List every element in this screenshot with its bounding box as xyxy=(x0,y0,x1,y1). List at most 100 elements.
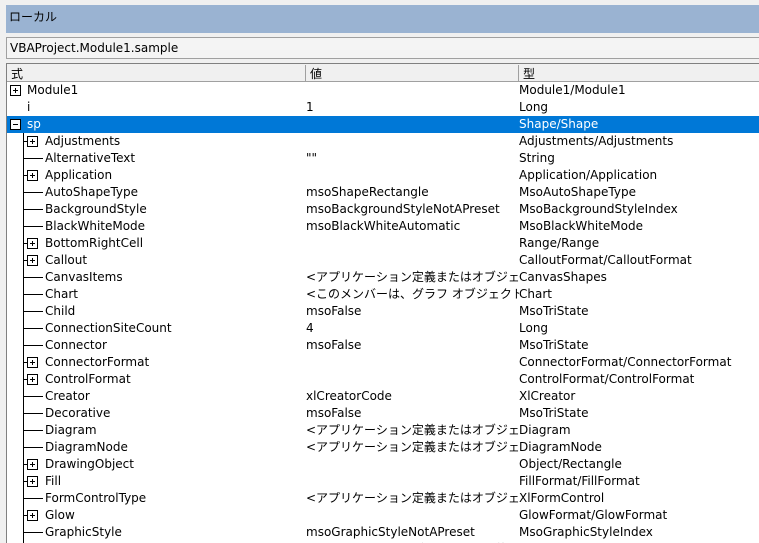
table-row[interactable]: sp Shape/Shape xyxy=(7,116,759,133)
table-row[interactable]: BottomRightCell Range/Range xyxy=(7,235,759,252)
header-expression[interactable]: 式 xyxy=(7,65,23,82)
table-row[interactable]: ControlFormat ControlFormat/ControlFormat xyxy=(7,371,759,388)
table-row[interactable]: Child msoFalse MsoTriState xyxy=(7,303,759,320)
tree-branch xyxy=(23,413,43,414)
table-row[interactable]: Module1 Module1/Module1 xyxy=(7,82,759,99)
table-row[interactable]: ConnectorFormat ConnectorFormat/Connector… xyxy=(7,354,759,371)
table-row[interactable]: Chart<このメンバーは、グラフ オブジェクトでのみ使用できます。>Chart xyxy=(7,286,759,303)
value-cell[interactable] xyxy=(306,473,519,490)
expression-cell: ConnectionSiteCount xyxy=(7,320,306,337)
value-cell[interactable]: xlCreatorCode xyxy=(306,388,519,405)
expression-cell: Module1 xyxy=(7,82,306,99)
expand-icon[interactable] xyxy=(27,374,38,385)
type-cell: MsoAutoShapeType xyxy=(519,185,636,199)
table-row[interactable]: Creator xlCreatorCode XlCreator xyxy=(7,388,759,405)
value-cell[interactable]: 4 xyxy=(306,320,519,337)
value-cell[interactable] xyxy=(306,252,519,269)
value-cell[interactable]: "" xyxy=(306,150,519,167)
value-cell[interactable]: <アプリケーション定義またはオブジェクト定義のエラーです。> xyxy=(306,439,519,456)
header-value[interactable]: 値 xyxy=(305,65,322,82)
value-cell[interactable] xyxy=(306,133,519,150)
expression-name: Fill xyxy=(45,474,62,488)
type-cell: CalloutFormat/CalloutFormat xyxy=(519,253,692,267)
table-row[interactable]: Decorative msoFalse MsoTriState xyxy=(7,405,759,422)
expand-icon[interactable] xyxy=(27,476,38,487)
value-cell[interactable]: msoShapeRectangle xyxy=(306,184,519,201)
expand-icon[interactable] xyxy=(27,136,38,147)
value-cell[interactable] xyxy=(306,167,519,184)
tree-branch xyxy=(23,430,43,431)
value-cell[interactable]: msoBlackWhiteAutomatic xyxy=(306,218,519,235)
type-cell: ConnectorFormat/ConnectorFormat xyxy=(519,355,732,369)
table-row[interactable]: DiagramNode<アプリケーション定義またはオブジェクト定義のエラーです。… xyxy=(7,439,759,456)
table-row[interactable]: FormControlType <アプリケーション定義またはオブジェクト定義のエラ… xyxy=(7,490,759,507)
tree-branch xyxy=(23,277,43,278)
type-cell: DiagramNode xyxy=(519,440,602,454)
table-row[interactable]: Fill FillFormat/FillFormat xyxy=(7,473,759,490)
value-cell[interactable] xyxy=(306,507,519,524)
expand-icon[interactable] xyxy=(27,510,38,521)
value-cell[interactable]: msoFalse xyxy=(306,405,519,422)
expression-name: DrawingObject xyxy=(45,457,134,471)
value-cell[interactable] xyxy=(306,82,519,99)
table-row[interactable]: BlackWhiteMode msoBlackWhiteAutomatic MsoB… xyxy=(7,218,759,235)
table-row[interactable]: Glow GlowFormat/GlowFormat xyxy=(7,507,759,524)
value-cell[interactable]: <このメンバーは、グラフ オブジェクトでのみ使用できます。> xyxy=(306,286,519,303)
table-row[interactable]: Application Application/Application xyxy=(7,167,759,184)
table-row[interactable]: Callout CalloutFormat/CalloutFormat xyxy=(7,252,759,269)
table-row[interactable]: CanvasItems <アプリケーション定義またはオブジェクト定義のエラーです。… xyxy=(7,269,759,286)
value-cell[interactable]: msoFalse xyxy=(306,303,519,320)
table-row[interactable]: AutoShapeType msoShapeRectangle MsoAutoSha… xyxy=(7,184,759,201)
collapse-icon[interactable] xyxy=(10,119,21,130)
expand-icon[interactable] xyxy=(27,238,38,249)
expression-cell: ControlFormat xyxy=(7,371,306,388)
expression-cell: Decorative xyxy=(7,405,306,422)
header-type[interactable]: 型 xyxy=(518,65,535,82)
type-cell: MsoTriState xyxy=(519,338,589,352)
value-cell[interactable] xyxy=(306,116,519,133)
expand-icon[interactable] xyxy=(27,255,38,266)
table-row[interactable]: Adjustments Adjustments/Adjustments xyxy=(7,133,759,150)
expression-name: DiagramNode xyxy=(45,440,128,454)
table-row[interactable]: Connector msoFalse MsoTriState xyxy=(7,337,759,354)
table-row[interactable]: Diagram<アプリケーション定義またはオブジェクト定義のエラーです。>Dia… xyxy=(7,422,759,439)
table-row[interactable]: BackgroundStyle msoBackgroundStyleNotAPre… xyxy=(7,201,759,218)
table-row[interactable]: AlternativeText "" String xyxy=(7,150,759,167)
expand-icon[interactable] xyxy=(10,85,21,96)
value-cell[interactable]: <アプリケーション定義またはオブジェクト定義のエラーです。> xyxy=(306,490,519,507)
locals-window-title: ローカル xyxy=(6,5,759,33)
expand-icon[interactable] xyxy=(27,357,38,368)
expression-cell: BlackWhiteMode xyxy=(7,218,306,235)
expression-cell: sp xyxy=(7,116,306,133)
table-row[interactable]: DrawingObject Object/Rectangle xyxy=(7,456,759,473)
value-cell[interactable] xyxy=(306,371,519,388)
expression-cell: Callout xyxy=(7,252,306,269)
expression-cell: Diagram xyxy=(7,422,306,439)
expand-icon[interactable] xyxy=(27,170,38,181)
table-row[interactable]: GraphicStyle msoGraphicStyleNotAPreset Mso… xyxy=(7,524,759,541)
value-cell[interactable] xyxy=(306,235,519,252)
expression-name: BackgroundStyle xyxy=(45,202,147,216)
value-cell[interactable]: <アプリケーション定義またはオブジェクト定義のエラーです。> xyxy=(306,422,519,439)
value-cell[interactable]: msoBackgroundStyleNotAPreset xyxy=(306,201,519,218)
value-cell[interactable] xyxy=(306,354,519,371)
type-cell: Diagram xyxy=(519,423,571,437)
type-cell: String xyxy=(519,151,555,165)
value-cell[interactable]: <アプリケーション定義またはオブジェクト定義のエラーです。> xyxy=(306,269,519,286)
expression-name: ConnectionSiteCount xyxy=(45,321,172,335)
type-cell: Range/Range xyxy=(519,236,600,250)
expression-cell: ConnectorFormat xyxy=(7,354,306,371)
value-cell[interactable] xyxy=(306,456,519,473)
value-cell[interactable]: 1 xyxy=(306,99,519,116)
expand-icon[interactable] xyxy=(27,459,38,470)
tree-branch xyxy=(23,158,43,159)
expression-cell: DrawingObject xyxy=(7,456,306,473)
type-cell: Application/Application xyxy=(519,168,658,182)
table-row[interactable]: ConnectionSiteCount 4 Long xyxy=(7,320,759,337)
table-row[interactable]: i 1 Long xyxy=(7,99,759,116)
value-cell[interactable]: msoFalse xyxy=(306,337,519,354)
expression-cell: Fill xyxy=(7,473,306,490)
value-cell[interactable]: msoGraphicStyleNotAPreset xyxy=(306,524,519,541)
locals-grid: 式 値 型 Module1 Module1/Module1 i 1 Long sp Shap… xyxy=(6,63,759,543)
tree-branch xyxy=(23,396,43,397)
